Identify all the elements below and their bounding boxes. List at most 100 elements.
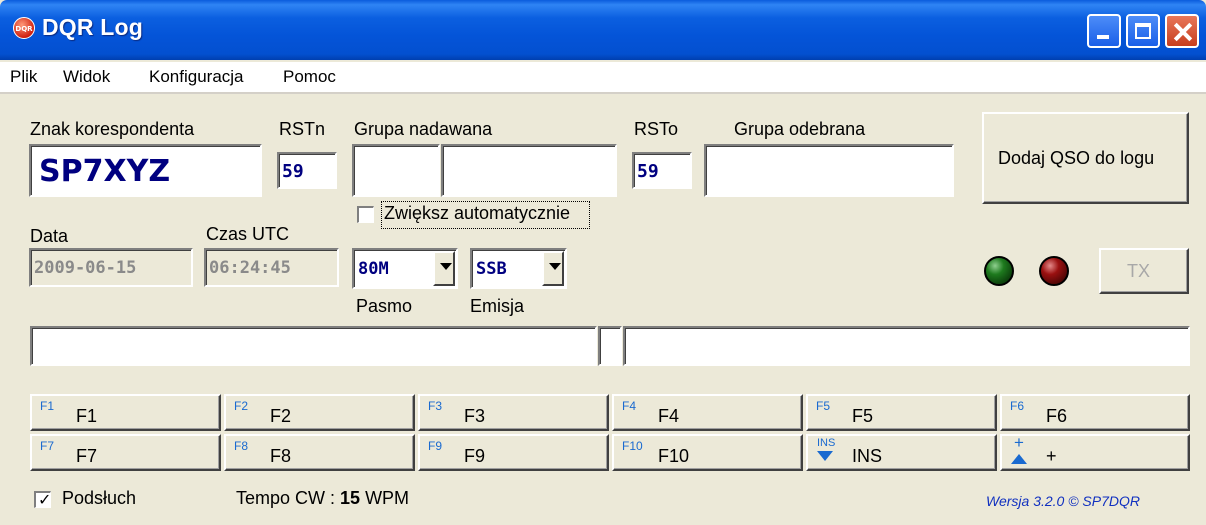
menu-pomoc[interactable]: Pomoc — [283, 67, 336, 87]
cw-speed: Tempo CW : 15 WPM — [236, 488, 409, 509]
rsto-field[interactable]: 59 — [632, 152, 692, 189]
fkey-tag: INS — [817, 437, 836, 449]
mode-label: Emisja — [470, 296, 525, 316]
menu-divider — [0, 92, 1206, 94]
app-logo-icon: DQR — [13, 17, 35, 39]
rstn-label: RSTn — [279, 119, 326, 139]
group-recv-field[interactable] — [704, 144, 954, 197]
fkey-label: INS — [852, 446, 883, 466]
fkey-label: F4 — [658, 406, 680, 426]
fkey-button-f3[interactable]: F3 F3 — [418, 394, 609, 431]
menu-konfiguracja[interactable]: Konfiguracja — [149, 67, 244, 87]
rstn-field[interactable]: 59 — [277, 152, 337, 189]
fkey-button-ins[interactable]: INS INS — [806, 434, 997, 471]
fkey-tag: F9 — [428, 439, 443, 453]
fkey-button-plus[interactable]: + + — [1000, 433, 1190, 471]
time-field[interactable]: 06:24:45 — [204, 248, 339, 287]
time-label: Czas UTC — [206, 224, 290, 244]
group-recv-label: Grupa odebrana — [734, 119, 866, 139]
chevron-down-icon[interactable] — [542, 251, 564, 286]
cw-speed-prefix: Tempo CW : — [236, 488, 341, 508]
band-label: Pasmo — [356, 296, 413, 316]
tx-button[interactable]: TX — [1099, 248, 1189, 294]
mode-value: SSB — [476, 259, 507, 279]
date-field[interactable]: 2009-06-15 — [29, 248, 193, 287]
chevron-down-icon[interactable] — [433, 251, 455, 286]
fkey-button-f1[interactable]: F1 F1 — [30, 394, 221, 431]
status-field-mid[interactable] — [598, 326, 622, 366]
fkey-tag: F2 — [234, 399, 249, 413]
fkey-button-f5[interactable]: F5 F5 — [806, 394, 997, 431]
fkey-tag: F6 — [1010, 399, 1025, 413]
monitor-label: Podsłuch — [62, 488, 137, 508]
date-value: 2009-06-15 — [34, 258, 137, 278]
callsign-value: SP7XYZ — [39, 154, 171, 189]
group-sent-field-b[interactable] — [441, 144, 617, 197]
menu-plik[interactable]: Plik — [10, 67, 37, 87]
fkey-label: F10 — [658, 446, 690, 466]
tx-label: TX — [1127, 261, 1151, 281]
menu-bar: Plik Widok Konfiguracja Pomoc — [0, 62, 1206, 92]
fkey-tag: F4 — [622, 399, 637, 413]
fkey-label: F7 — [76, 446, 98, 466]
rsto-value: 59 — [637, 161, 659, 182]
fkey-tag: F3 — [428, 399, 443, 413]
fkey-label: F6 — [1046, 406, 1068, 426]
fkey-button-f8[interactable]: F8 F8 — [224, 434, 415, 471]
status-field-right[interactable] — [623, 326, 1190, 366]
fkey-tag: F1 — [40, 399, 55, 413]
fkey-tag: F10 — [622, 439, 643, 453]
fkey-button-f6[interactable]: F6 F6 — [1000, 394, 1190, 431]
green-led-indicator — [984, 256, 1014, 286]
rsto-label: RSTo — [634, 119, 679, 139]
maximize-icon — [1135, 23, 1151, 39]
callsign-label: Znak korespondenta — [30, 119, 195, 139]
band-value: 80M — [358, 259, 389, 279]
red-led-indicator — [1039, 256, 1069, 286]
version-label: Wersja 3.2.0 © SP7DQR — [986, 493, 1140, 509]
fkey-label: F3 — [464, 406, 486, 426]
fkey-button-f4[interactable]: F4 F4 — [612, 394, 803, 431]
add-qso-label: Dodaj QSO do logu — [998, 148, 1155, 168]
fkey-label: F2 — [270, 406, 292, 426]
fkey-label: + — [1046, 446, 1057, 466]
cw-speed-unit: WPM — [360, 488, 410, 508]
auto-increment-label: Zwiększ automatycznie — [384, 203, 571, 223]
rstn-value: 59 — [282, 161, 304, 182]
fkey-button-f2[interactable]: F2 F2 — [224, 394, 415, 431]
menu-widok[interactable]: Widok — [63, 67, 110, 87]
fkey-button-f10[interactable]: F10 F10 — [612, 434, 803, 471]
fkey-button-f7[interactable]: F7 F7 — [30, 434, 221, 471]
minimize-icon — [1097, 35, 1109, 39]
fkey-label: F5 — [852, 406, 874, 426]
fkey-label: F9 — [464, 446, 486, 466]
minimize-button[interactable] — [1087, 14, 1121, 48]
date-label: Data — [30, 226, 69, 246]
fkey-button-f9[interactable]: F9 F9 — [418, 434, 609, 471]
cw-speed-value: 15 — [340, 488, 361, 508]
fkey-label: F1 — [76, 406, 98, 426]
add-qso-button[interactable]: Dodaj QSO do logu — [982, 112, 1189, 204]
checkmark-icon: ✓ — [38, 490, 52, 509]
maximize-button[interactable] — [1126, 14, 1160, 48]
fkey-tag: F7 — [40, 439, 55, 453]
band-select[interactable]: 80M — [352, 248, 458, 289]
fkey-tag: F5 — [816, 399, 831, 413]
time-value: 06:24:45 — [209, 258, 291, 278]
monitor-checkbox[interactable]: ✓ — [34, 490, 52, 509]
callsign-field[interactable]: SP7XYZ — [29, 144, 262, 197]
mode-select[interactable]: SSB — [470, 248, 567, 289]
auto-increment-checkbox[interactable] — [357, 206, 374, 223]
title-bar[interactable]: DQR DQR Log — [0, 0, 1206, 60]
group-sent-field-a[interactable] — [352, 144, 440, 197]
fkey-tag: F8 — [234, 439, 249, 453]
arrow-down-icon — [817, 451, 833, 461]
fkey-tag: + — [1014, 433, 1024, 452]
fkey-label: F8 — [270, 446, 292, 466]
arrow-up-icon — [1011, 454, 1027, 464]
group-sent-label: Grupa nadawana — [354, 119, 493, 139]
status-field-left[interactable] — [30, 326, 597, 366]
window-title: DQR Log — [42, 14, 144, 40]
app-window: DQR DQR Log Plik Widok Konfiguracja Pomo… — [0, 0, 1206, 525]
close-button[interactable] — [1165, 14, 1199, 48]
